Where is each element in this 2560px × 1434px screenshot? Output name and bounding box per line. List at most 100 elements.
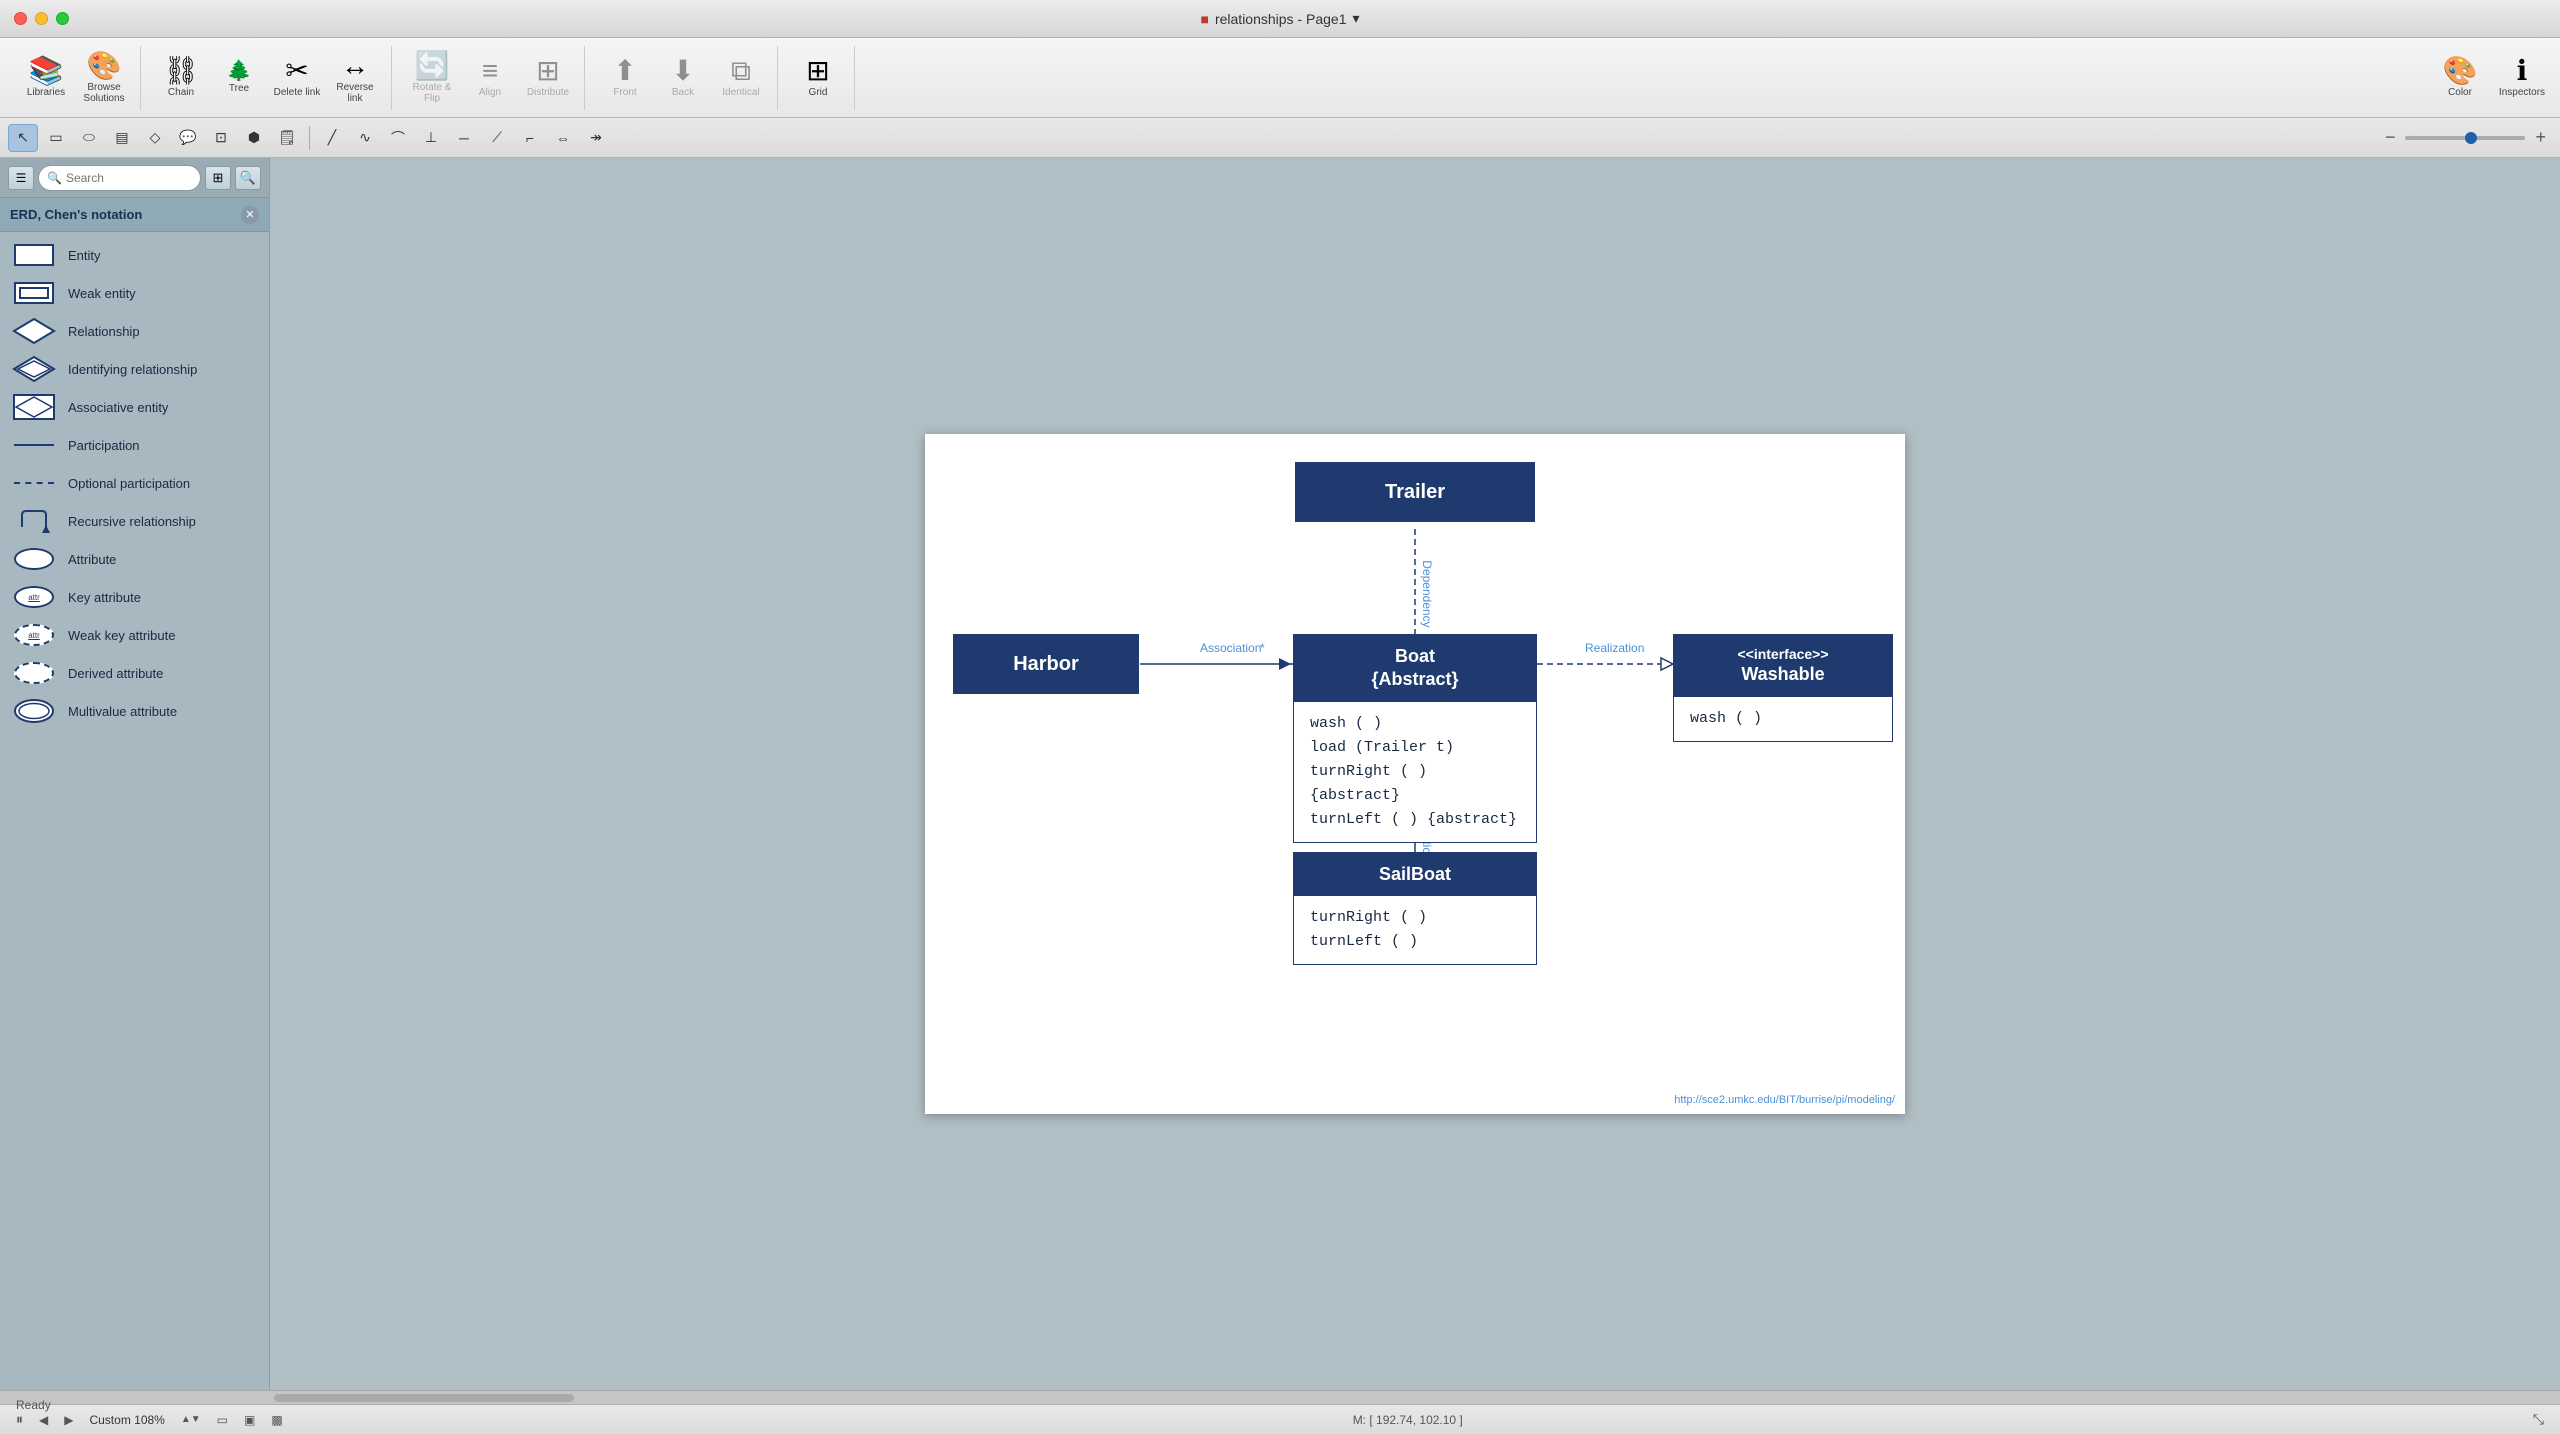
- multivalue-attribute-icon: [12, 697, 56, 725]
- sidebar-item-key-attribute[interactable]: attr Key attribute: [0, 578, 269, 616]
- washable-entity-header: <<interface>> Washable: [1674, 635, 1892, 697]
- grid-button[interactable]: ⊞ Grid: [790, 46, 846, 110]
- mask-tool[interactable]: ⬢: [239, 124, 269, 152]
- svg-text:Realization: Realization: [1585, 641, 1644, 655]
- weak-entity-icon: [12, 279, 56, 307]
- sidebar-item-derived-attribute[interactable]: Derived attribute: [0, 654, 269, 692]
- note-tool[interactable]: 🗒: [272, 124, 302, 152]
- sidebar-items: Entity Weak entity Relationship: [0, 232, 269, 1390]
- recursive-relationship-icon: [12, 507, 56, 535]
- identifying-relationship-label: Identifying relationship: [68, 362, 197, 377]
- multivalue-attribute-label: Multivalue attribute: [68, 704, 177, 719]
- key-attribute-icon: attr: [12, 583, 56, 611]
- associative-entity-icon: [12, 393, 56, 421]
- category-close-button[interactable]: ✕: [241, 206, 259, 224]
- identifying-relationship-icon: [12, 355, 56, 383]
- list-view-button[interactable]: ☰: [8, 166, 34, 190]
- scroll-thumb[interactable]: [274, 1394, 574, 1402]
- select-tool[interactable]: ↖: [8, 124, 38, 152]
- sidebar-item-participation[interactable]: Participation: [0, 426, 269, 464]
- ellipse-tool[interactable]: ⬭: [74, 124, 104, 152]
- participation-label: Participation: [68, 438, 140, 453]
- sidebar-item-attribute[interactable]: Attribute: [0, 540, 269, 578]
- derived-attribute-label: Derived attribute: [68, 666, 163, 681]
- weak-entity-label: Weak entity: [68, 286, 136, 301]
- libraries-button[interactable]: 📚 Libraries: [18, 46, 74, 110]
- relationship-icon: [12, 317, 56, 345]
- diagram-canvas[interactable]: Dependency * Association Realization Gen…: [925, 434, 1905, 1114]
- horizontal-scrollbar[interactable]: [0, 1390, 2560, 1404]
- boat-entity[interactable]: Boat {Abstract} wash ( ) load (Trailer t…: [1293, 634, 1537, 843]
- zoom-slider[interactable]: [2405, 136, 2525, 140]
- reverse-link-button[interactable]: ↔ Reverse link: [327, 46, 383, 110]
- associative-entity-label: Associative entity: [68, 400, 168, 415]
- line-tool[interactable]: ╱: [317, 124, 347, 152]
- vertical-connector-tool[interactable]: ⊥: [416, 124, 446, 152]
- search-box[interactable]: 🔍: [38, 165, 201, 191]
- grid-group: ⊞ Grid: [782, 46, 855, 110]
- diagonal-connector-tool[interactable]: ⟋: [482, 124, 512, 152]
- double-connector-tool[interactable]: ⇔: [548, 124, 578, 152]
- bezier-tool[interactable]: ∿: [350, 124, 380, 152]
- inspectors-button[interactable]: ℹ Inspectors: [2494, 46, 2550, 110]
- horizontal-connector-tool[interactable]: ─: [449, 124, 479, 152]
- titlebar: ■ relationships - Page1 ▾: [0, 0, 2560, 38]
- sailboat-entity-header: SailBoat: [1294, 853, 1536, 896]
- attribute-icon: [12, 545, 56, 573]
- search-input[interactable]: [66, 171, 192, 185]
- flow-tool[interactable]: ↠: [581, 124, 611, 152]
- sidebar-item-weak-entity[interactable]: Weak entity: [0, 274, 269, 312]
- table-tool[interactable]: ▤: [107, 124, 137, 152]
- rotate-flip-button[interactable]: 🔄 Rotate & Flip: [404, 46, 460, 110]
- svg-text:*: *: [1260, 641, 1265, 655]
- grid-view-button[interactable]: ⊞: [205, 166, 231, 190]
- sailboat-entity[interactable]: SailBoat turnRight ( ) turnLeft ( ): [1293, 852, 1537, 965]
- sidebar-item-associative-entity[interactable]: Associative entity: [0, 388, 269, 426]
- recursive-relationship-label: Recursive relationship: [68, 514, 196, 529]
- traffic-lights: [14, 12, 69, 25]
- secondary-toolbar: ↖ ▭ ⬭ ▤ ◇ 💬 ⊡ ⬢ 🗒 ╱ ∿ ⌒ ⊥ ─ ⟋ ⌐ ⇔ ↠ − +: [0, 118, 2560, 158]
- zoom-out-button[interactable]: −: [2379, 125, 2402, 150]
- elbow-connector-tool[interactable]: ⌐: [515, 124, 545, 152]
- callout-tool[interactable]: 💬: [173, 124, 203, 152]
- diamond-tool[interactable]: ◇: [140, 124, 170, 152]
- align-button[interactable]: ≡ Align: [462, 46, 518, 110]
- front-button[interactable]: ⬆ Front: [597, 46, 653, 110]
- distribute-button[interactable]: ⊞ Distribute: [520, 46, 576, 110]
- statusbar: ⏸ ◀ ▶ Custom 108% ▲▼ ▭ ▣ ▩ Ready M: [ 19…: [0, 1404, 2560, 1434]
- toolbar-divider: [309, 126, 310, 150]
- minimize-button[interactable]: [35, 12, 48, 25]
- optional-participation-label: Optional participation: [68, 476, 190, 491]
- tree-button[interactable]: 🌲 Tree: [211, 46, 267, 110]
- washable-entity[interactable]: <<interface>> Washable wash ( ): [1673, 634, 1893, 742]
- arc-tool[interactable]: ⌒: [383, 124, 413, 152]
- sidebar-item-recursive-relationship[interactable]: Recursive relationship: [0, 502, 269, 540]
- canvas-area[interactable]: Dependency * Association Realization Gen…: [270, 158, 2560, 1390]
- main-toolbar: 📚 Libraries 🎨 Browse Solutions ⛓ Chain 🌲…: [0, 38, 2560, 118]
- back-button[interactable]: ⬇ Back: [655, 46, 711, 110]
- sidebar-search-button[interactable]: 🔍: [235, 166, 261, 190]
- delete-link-button[interactable]: ✂ Delete link: [269, 46, 325, 110]
- optional-participation-icon: [12, 469, 56, 497]
- close-button[interactable]: [14, 12, 27, 25]
- chain-button[interactable]: ⛓ Chain: [153, 46, 209, 110]
- harbor-entity[interactable]: Harbor: [953, 634, 1139, 694]
- maximize-button[interactable]: [56, 12, 69, 25]
- sidebar-item-identifying-relationship[interactable]: Identifying relationship: [0, 350, 269, 388]
- boat-entity-header: Boat {Abstract}: [1294, 635, 1536, 702]
- browse-solutions-button[interactable]: 🎨 Browse Solutions: [76, 46, 132, 110]
- rect-tool[interactable]: ▭: [41, 124, 71, 152]
- trailer-entity[interactable]: Trailer: [1295, 462, 1535, 522]
- sidebar-item-multivalue-attribute[interactable]: Multivalue attribute: [0, 692, 269, 730]
- copy-style-tool[interactable]: ⊡: [206, 124, 236, 152]
- sidebar-item-optional-participation[interactable]: Optional participation: [0, 464, 269, 502]
- zoom-in-button[interactable]: +: [2529, 125, 2552, 150]
- zoom-bar: − +: [2379, 125, 2552, 150]
- sidebar-item-weak-key-attribute[interactable]: attr Weak key attribute: [0, 616, 269, 654]
- sidebar-item-entity[interactable]: Entity: [0, 236, 269, 274]
- sidebar-item-relationship[interactable]: Relationship: [0, 312, 269, 350]
- weak-key-attribute-label: Weak key attribute: [68, 628, 175, 643]
- color-button[interactable]: 🎨 Color: [2432, 46, 2488, 110]
- identical-button[interactable]: ⧉ Identical: [713, 46, 769, 110]
- entity-icon: [12, 241, 56, 269]
